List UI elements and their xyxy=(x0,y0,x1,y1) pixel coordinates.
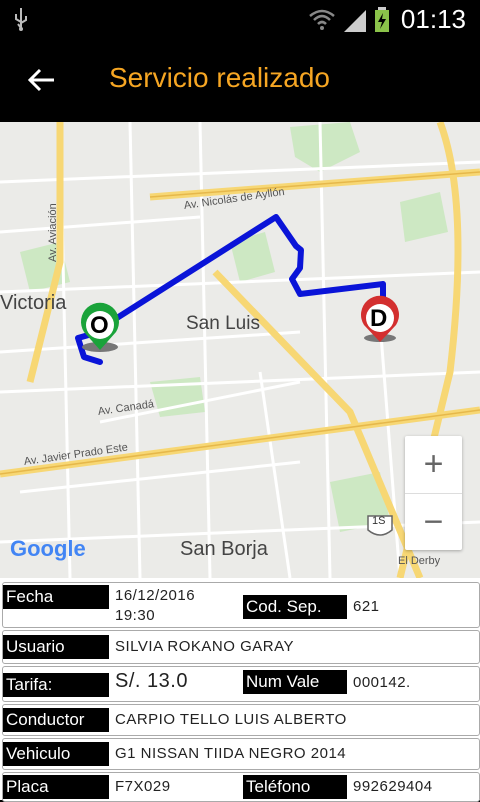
district-san-luis: San Luis xyxy=(186,313,260,334)
num-vale-label: Num Vale xyxy=(243,670,347,694)
usuario-label: Usuario xyxy=(3,635,109,659)
tarifa-label: Tarifa: xyxy=(3,673,109,697)
usuario-value: SILVIA ROKANO GARAY xyxy=(115,638,294,655)
cod-sep-value: 621 xyxy=(353,598,380,615)
fecha-date: 16/12/2016 xyxy=(115,587,196,604)
fecha-label: Fecha xyxy=(3,585,109,609)
zoom-out-button[interactable]: − xyxy=(405,493,462,551)
conductor-value: CARPIO TELLO LUIS ALBERTO xyxy=(115,711,347,728)
route-map[interactable]: 1S O D Victoria San Luis San Borja Av. N… xyxy=(0,122,480,578)
signal-icon xyxy=(342,8,368,37)
wifi-icon xyxy=(308,8,336,37)
telefono-label: Teléfono xyxy=(243,775,347,799)
battery-charging-icon xyxy=(374,7,390,38)
row-vehiculo: Vehiculo G1 NISSAN TIIDA NEGRO 2014 xyxy=(2,738,480,770)
placa-value: F7X029 xyxy=(115,778,171,795)
street-aviacion: Av. Aviación xyxy=(47,203,59,262)
origin-marker-label: O xyxy=(90,312,109,339)
page-title: Servicio realizado xyxy=(109,62,330,93)
district-san-borja: San Borja xyxy=(180,538,268,560)
placa-label: Placa xyxy=(3,775,109,799)
google-logo: Google xyxy=(10,536,86,561)
num-vale-value: 000142. xyxy=(353,674,411,691)
vehiculo-label: Vehiculo xyxy=(3,742,109,766)
row-usuario: Usuario SILVIA ROKANO GARAY xyxy=(2,630,480,664)
arrow-back-icon[interactable] xyxy=(26,64,58,96)
cod-sep-label: Cod. Sep. xyxy=(243,595,347,619)
status-clock: 01:13 xyxy=(400,4,466,34)
telefono-value[interactable]: 992629404 xyxy=(353,778,433,795)
zoom-in-button[interactable]: + xyxy=(405,436,462,493)
service-details: Fecha 16/12/2016 19:30 Cod. Sep. 621 Usu… xyxy=(0,578,480,802)
district-victoria: Victoria xyxy=(0,292,67,314)
street-el-derby: El Derby xyxy=(398,555,441,567)
row-placa: Placa F7X029 Teléfono 992629404 xyxy=(2,772,480,802)
app-bar: Servicio realizado xyxy=(0,38,480,122)
usb-icon xyxy=(12,6,30,37)
vehiculo-value: G1 NISSAN TIIDA NEGRO 2014 xyxy=(115,745,347,762)
highway-shield-label: 1S xyxy=(372,515,386,527)
conductor-label: Conductor xyxy=(3,708,109,732)
destination-marker-label: D xyxy=(370,305,388,332)
row-conductor: Conductor CARPIO TELLO LUIS ALBERTO xyxy=(2,704,480,736)
tarifa-value: S/. 13.0 xyxy=(115,670,188,692)
fecha-time: 19:30 xyxy=(115,607,156,624)
row-tarifa: Tarifa: S/. 13.0 Num Vale 000142. xyxy=(2,666,480,702)
zoom-controls: + − xyxy=(405,436,462,550)
row-fecha: Fecha 16/12/2016 19:30 Cod. Sep. 621 xyxy=(2,582,480,628)
status-bar: 01:13 xyxy=(0,0,480,38)
